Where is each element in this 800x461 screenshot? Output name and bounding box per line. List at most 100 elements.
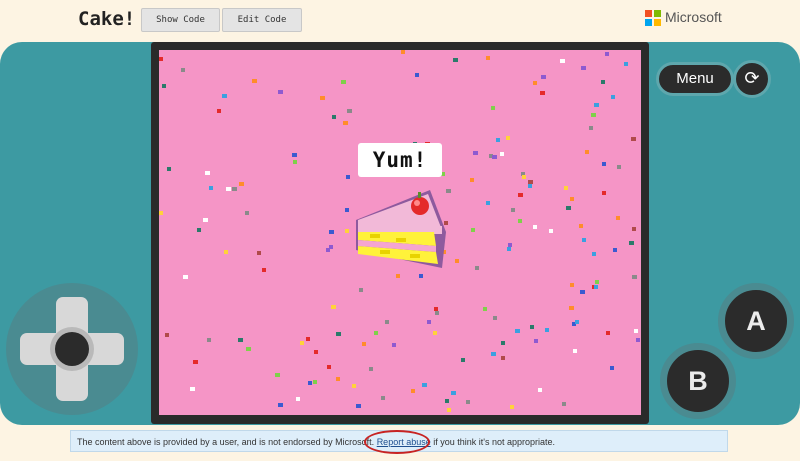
confetti-piece	[433, 331, 437, 335]
confetti-piece	[486, 201, 490, 205]
confetti-piece	[422, 383, 427, 387]
confetti-piece	[374, 331, 378, 335]
confetti-piece	[580, 290, 585, 294]
notice-text-end: if you think it's not appropriate.	[433, 437, 556, 447]
project-title: Cake!	[78, 8, 136, 30]
confetti-piece	[592, 252, 596, 256]
confetti-piece	[411, 389, 415, 393]
confetti-piece	[602, 191, 606, 195]
confetti-piece	[632, 227, 636, 231]
b-button[interactable]: B	[660, 343, 736, 419]
confetti-piece	[589, 126, 593, 130]
confetti-piece	[385, 320, 389, 324]
confetti-piece	[257, 251, 261, 255]
confetti-piece	[336, 332, 341, 336]
confetti-piece	[347, 109, 352, 113]
confetti-piece	[329, 230, 334, 234]
confetti-piece	[564, 186, 568, 190]
menu-button[interactable]: Menu	[656, 62, 734, 96]
confetti-piece	[320, 96, 325, 100]
confetti-piece	[336, 377, 340, 381]
confetti-piece	[501, 356, 505, 360]
confetti-piece	[533, 81, 537, 85]
confetti-piece	[343, 121, 348, 125]
confetti-piece	[327, 365, 331, 369]
confetti-piece	[159, 57, 163, 61]
confetti-piece	[528, 180, 533, 184]
confetti-piece	[605, 52, 609, 56]
confetti-piece	[245, 211, 249, 215]
confetti-piece	[190, 387, 195, 391]
confetti-piece	[545, 328, 549, 332]
confetti-piece	[292, 153, 297, 157]
a-button[interactable]: A	[718, 283, 794, 359]
confetti-piece	[470, 178, 474, 182]
confetti-piece	[262, 268, 266, 272]
confetti-piece	[493, 316, 497, 320]
confetti-piece	[226, 187, 231, 191]
confetti-piece	[224, 250, 228, 254]
confetti-piece	[252, 79, 257, 83]
confetti-piece	[453, 58, 458, 62]
show-code-button[interactable]: Show Code	[141, 8, 220, 32]
confetti-piece	[346, 175, 350, 179]
confetti-piece	[314, 350, 318, 354]
confetti-piece	[296, 397, 300, 401]
confetti-piece	[533, 225, 537, 229]
confetti-piece	[591, 113, 596, 117]
refresh-icon: ⟳	[744, 68, 760, 89]
confetti-piece	[541, 75, 546, 79]
confetti-piece	[475, 266, 479, 270]
confetti-piece	[207, 338, 211, 342]
confetti-piece	[562, 402, 566, 406]
confetti-piece	[197, 228, 201, 232]
confetti-piece	[496, 138, 500, 142]
confetti-piece	[203, 218, 208, 222]
confetti-piece	[636, 338, 640, 342]
confetti-piece	[624, 62, 628, 66]
confetti-piece	[473, 151, 478, 155]
confetti-piece	[329, 245, 333, 249]
confetti-piece	[461, 358, 465, 362]
confetti-piece	[506, 136, 510, 140]
notice-text: The content above is provided by a user,…	[77, 437, 375, 447]
cake-icon	[356, 190, 446, 268]
confetti-piece	[518, 193, 523, 197]
confetti-piece	[491, 106, 495, 110]
confetti-piece	[602, 162, 606, 166]
annotation-circle	[364, 430, 430, 454]
confetti-piece	[634, 329, 638, 333]
confetti-piece	[510, 405, 514, 409]
confetti-piece	[575, 320, 579, 324]
confetti-piece	[538, 388, 542, 392]
confetti-piece	[308, 381, 312, 385]
confetti-piece	[300, 341, 304, 345]
confetti-piece	[451, 391, 456, 395]
confetti-piece	[549, 229, 553, 233]
confetti-piece	[167, 167, 171, 171]
confetti-piece	[381, 396, 385, 400]
confetti-piece	[162, 84, 166, 88]
microsoft-logo-icon	[645, 10, 661, 26]
microsoft-brand: Microsoft	[665, 9, 722, 25]
confetti-piece	[491, 352, 496, 356]
confetti-piece	[560, 59, 565, 63]
confetti-piece	[534, 339, 538, 343]
edit-code-button[interactable]: Edit Code	[222, 8, 302, 32]
confetti-piece	[427, 320, 431, 324]
confetti-piece	[483, 307, 487, 311]
confetti-piece	[582, 238, 586, 242]
confetti-piece	[486, 56, 490, 60]
confetti-piece	[594, 103, 599, 107]
confetti-piece	[611, 95, 615, 99]
confetti-piece	[435, 311, 439, 315]
confetti-piece	[528, 184, 532, 188]
confetti-piece	[445, 399, 449, 403]
confetti-piece	[610, 366, 614, 370]
confetti-piece	[345, 208, 349, 212]
refresh-button[interactable]: ⟳	[733, 60, 771, 98]
confetti-piece	[239, 182, 244, 186]
confetti-piece	[159, 211, 163, 215]
confetti-piece	[631, 137, 636, 141]
confetti-piece	[362, 342, 366, 346]
